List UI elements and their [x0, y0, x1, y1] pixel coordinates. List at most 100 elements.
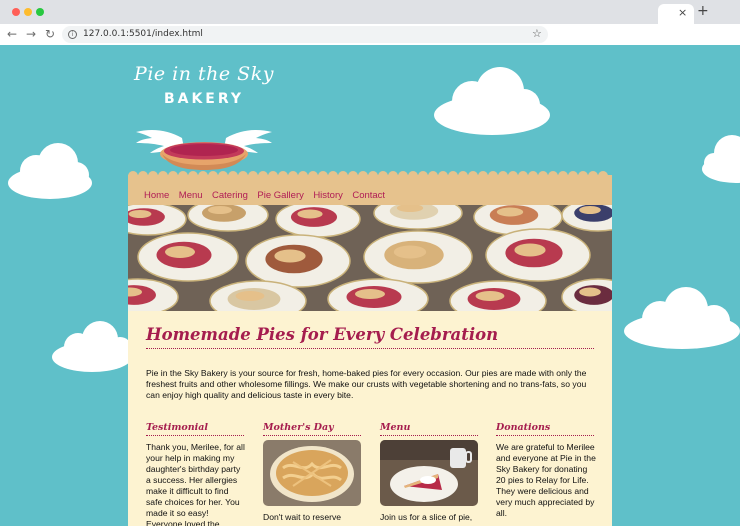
scallop-bump: [288, 171, 298, 176]
pie-crust: [165, 246, 195, 258]
info-icon[interactable]: i: [68, 30, 77, 39]
scallop-bump: [458, 171, 468, 176]
donations-text: We are grateful to Merilee and everyone …: [496, 442, 596, 518]
scallop-bump: [488, 171, 498, 176]
mothers-day-pie-image: [263, 440, 361, 506]
scallop-bump: [568, 171, 578, 176]
scallop-bump: [258, 171, 268, 176]
scallop-bump: [178, 171, 188, 176]
logo-subtitle: BAKERY: [163, 91, 245, 107]
back-arrow-icon[interactable]: ←: [7, 27, 17, 41]
scallop-bump: [328, 171, 338, 176]
nav-item-history[interactable]: History: [313, 190, 343, 201]
testimonial-text: Thank you, Merilee, for all your help in…: [146, 442, 245, 526]
browser-chrome: × + ← → ↻ i 127.0.0.1:5501/index.html ☆: [0, 0, 740, 45]
intro-paragraph: Pie in the Sky Bakery is your source for…: [146, 368, 587, 400]
scallop-bump: [438, 171, 448, 176]
scallop-bump: [358, 171, 368, 176]
scallop-bump: [188, 171, 198, 176]
cloud-icon: [702, 135, 740, 183]
scallop-bump: [248, 171, 258, 176]
scallop-bump: [388, 171, 398, 176]
scallop-bump: [528, 171, 538, 176]
tab-close-icon[interactable]: ×: [678, 6, 687, 19]
pie-crust: [274, 249, 306, 263]
scallop-bump: [378, 171, 388, 176]
scallop-border: [128, 171, 608, 176]
page-background: Pie in the Sky BAKERY Home Menu Catering…: [0, 45, 740, 526]
scallop-bump: [468, 171, 478, 176]
scallop-bump: [578, 171, 588, 176]
scallop-bump: [348, 171, 358, 176]
scallop-bump: [408, 171, 418, 176]
scallop-bump: [448, 171, 458, 176]
scallop-bump: [398, 171, 408, 176]
scallop-bump: [218, 171, 228, 176]
mothers-day-text: Don't wait to reserve: [263, 512, 342, 522]
logo-title: Pie in the Sky: [134, 63, 274, 85]
scallop-bump: [418, 171, 428, 176]
site-container: Home Menu Catering Pie Gallery History C…: [128, 171, 612, 526]
pie-crust: [128, 210, 152, 218]
testimonial-heading: Testimonial: [146, 422, 244, 436]
cloud-icon: [8, 143, 92, 199]
nav-item-contact[interactable]: Contact: [352, 190, 385, 201]
new-tab-icon[interactable]: +: [697, 3, 709, 19]
scallop-bump: [298, 171, 308, 176]
browser-tab[interactable]: [658, 4, 694, 24]
main-navigation: Home Menu Catering Pie Gallery History C…: [128, 171, 612, 205]
maximize-window-icon[interactable]: [36, 8, 44, 16]
nav-item-home[interactable]: Home: [144, 190, 169, 201]
scallop-bump: [238, 171, 248, 176]
scallop-bump: [508, 171, 518, 176]
browser-toolbar: ← → ↻ i 127.0.0.1:5501/index.html ☆: [0, 24, 740, 45]
pie-crust: [235, 291, 265, 301]
pie-crust: [393, 245, 427, 259]
pie-crust: [475, 291, 505, 301]
scallop-bump: [318, 171, 328, 176]
pie-crust: [208, 206, 232, 214]
menu-column: Menu Join us for a slice of pie,: [380, 422, 480, 523]
pie-crust: [579, 206, 601, 214]
scallop-bump: [128, 171, 138, 176]
scallop-bump: [168, 171, 178, 176]
donations-column: Donations We are grateful to Merilee and…: [496, 422, 596, 519]
menu-text: Join us for a slice of pie,: [380, 512, 473, 522]
mothers-day-heading: Mother's Day: [263, 422, 361, 436]
page-headline: Homemade Pies for Every Celebration: [146, 325, 594, 349]
scallop-bump: [198, 171, 208, 176]
pie-crust: [355, 289, 385, 299]
mothers-day-column: Mother's Day Don't wait to reserve: [263, 422, 363, 523]
scallop-bump: [588, 171, 598, 176]
scallop-bump: [338, 171, 348, 176]
bookmark-star-icon[interactable]: ☆: [532, 27, 542, 40]
nav-item-pie-gallery[interactable]: Pie Gallery: [257, 190, 303, 201]
tab-bar: × +: [0, 0, 740, 24]
scallop-bump: [148, 171, 158, 176]
scallop-bump: [428, 171, 438, 176]
scallop-bump: [268, 171, 278, 176]
menu-heading: Menu: [380, 422, 478, 436]
scallop-bump: [208, 171, 218, 176]
bakery-logo[interactable]: Pie in the Sky BAKERY: [130, 63, 280, 183]
reload-icon[interactable]: ↻: [45, 27, 55, 41]
scallop-bump: [558, 171, 568, 176]
pie-crust: [579, 287, 601, 297]
hero-pie-photo: [128, 205, 612, 311]
close-window-icon[interactable]: [12, 8, 20, 16]
scallop-bump: [548, 171, 558, 176]
url-text[interactable]: 127.0.0.1:5501/index.html: [83, 29, 203, 39]
nav-item-menu[interactable]: Menu: [179, 190, 203, 201]
scallop-bump: [138, 171, 148, 176]
forward-arrow-icon[interactable]: →: [26, 27, 36, 41]
cloud-icon: [434, 67, 550, 135]
scallop-bump: [498, 171, 508, 176]
scallop-bump: [278, 171, 288, 176]
scallop-bump: [158, 171, 168, 176]
nav-list: Home Menu Catering Pie Gallery History C…: [144, 185, 390, 203]
nav-item-catering[interactable]: Catering: [212, 190, 248, 201]
pie-crust: [496, 207, 524, 217]
pie-crust: [514, 243, 546, 257]
minimize-window-icon[interactable]: [24, 8, 32, 16]
scallop-bump: [538, 171, 548, 176]
